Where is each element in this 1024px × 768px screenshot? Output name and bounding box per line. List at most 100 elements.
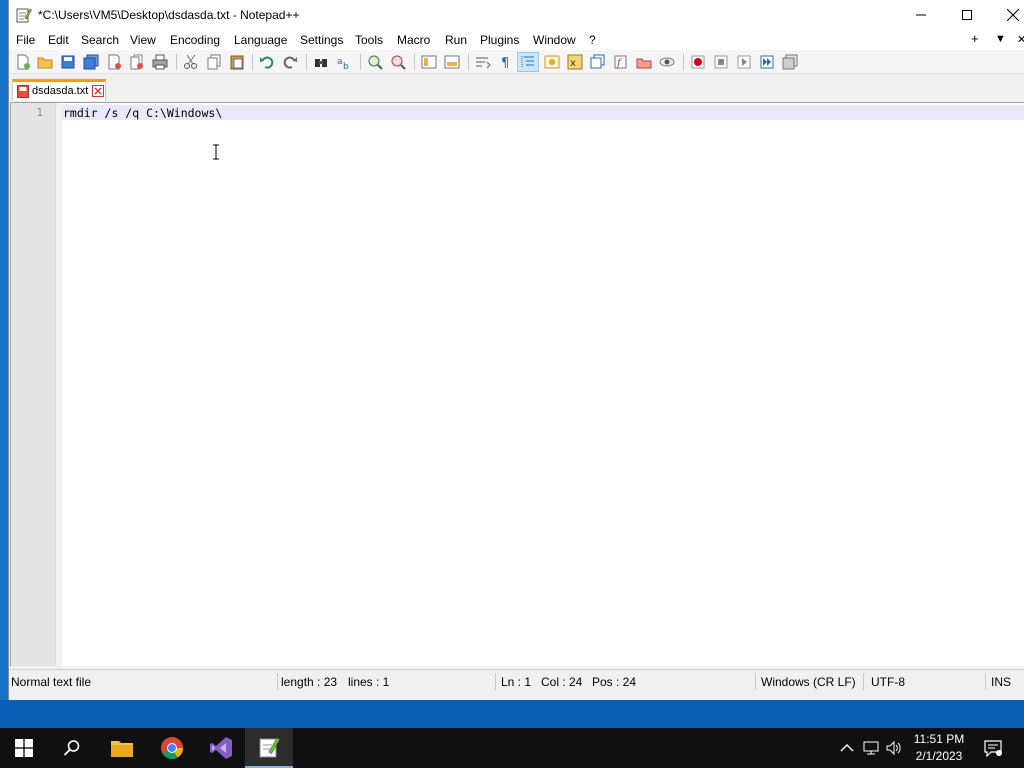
action-center-icon[interactable] — [984, 739, 1002, 757]
menu-edit[interactable]: Edit — [48, 33, 69, 47]
cut-icon[interactable] — [183, 54, 199, 70]
taskbar: 11:51 PM 2/1/2023 — [0, 728, 1024, 768]
line-number-gutter — [11, 103, 61, 666]
menu-file[interactable]: File — [16, 33, 35, 47]
tab-close-icon[interactable] — [92, 85, 104, 97]
tab-bar: dsdasda.txt — [9, 75, 1024, 102]
start-button[interactable] — [0, 728, 48, 768]
svg-text:a: a — [337, 57, 343, 67]
text-cursor-icon — [213, 144, 219, 160]
notepad-plus-plus-window: *C:\Users\VM5\Desktop\dsdasda.txt - Note… — [8, 0, 1024, 700]
file-explorer-icon — [111, 741, 133, 757]
monitoring-icon[interactable] — [659, 54, 675, 70]
status-separator — [985, 673, 986, 690]
menu-run[interactable]: Run — [445, 33, 467, 47]
menu-window[interactable]: Window — [533, 33, 576, 47]
print-icon[interactable] — [152, 54, 168, 70]
zoom-out-icon[interactable] — [390, 54, 406, 70]
status-bar: Normal text file length : 23 lines : 1 L… — [9, 669, 1024, 693]
system-clock[interactable]: 11:51 PM 2/1/2023 — [904, 731, 974, 765]
macro-play-icon[interactable] — [736, 54, 752, 70]
status-insert-mode[interactable]: INS — [991, 675, 1011, 689]
menu-encoding[interactable]: Encoding — [170, 33, 220, 47]
toolbar-separator — [306, 54, 307, 70]
menu-macro[interactable]: Macro — [397, 33, 430, 47]
chrome-button[interactable] — [148, 728, 196, 768]
menu-tools[interactable]: Tools — [355, 33, 383, 47]
save-icon[interactable] — [60, 54, 76, 70]
show-all-characters-icon[interactable]: ¶ — [498, 54, 514, 70]
title-bar[interactable]: *C:\Users\VM5\Desktop\dsdasda.txt - Note… — [9, 0, 1024, 30]
toolbar-separator — [176, 54, 177, 70]
menu-view[interactable]: View — [130, 33, 156, 47]
tab-list-dropdown-button[interactable]: ▼ — [995, 33, 1006, 45]
fold-margin[interactable] — [55, 103, 62, 666]
clock-time: 11:51 PM — [913, 732, 965, 746]
menu-search[interactable]: Search — [81, 33, 119, 47]
toolbar-separator — [414, 54, 415, 70]
maximize-button[interactable] — [944, 0, 990, 30]
tab-dsdasda[interactable]: dsdasda.txt — [12, 79, 106, 101]
new-tab-plus-button[interactable]: + — [971, 31, 979, 46]
folder-as-workspace-icon[interactable] — [636, 54, 652, 70]
new-file-icon[interactable] — [15, 54, 31, 70]
function-list-icon[interactable]: f — [613, 54, 629, 70]
close-icon — [1007, 9, 1019, 21]
macro-record-icon[interactable] — [690, 54, 706, 70]
define-language-icon[interactable] — [544, 54, 560, 70]
desktop-edge — [0, 0, 8, 700]
open-file-icon[interactable] — [37, 54, 53, 70]
notepad-plus-plus-icon — [259, 737, 280, 758]
status-encoding[interactable]: UTF-8 — [871, 675, 905, 689]
text-editor[interactable]: 1 rmdir /s /q C:\Windows\ — [10, 102, 1024, 666]
unsaved-file-icon — [17, 85, 29, 98]
notepad-plus-plus-taskbar-button[interactable] — [245, 728, 293, 768]
start-icon — [15, 739, 33, 757]
menu-plugins[interactable]: Plugins — [480, 33, 519, 47]
copy-icon[interactable] — [206, 54, 222, 70]
macro-run-multiple-icon[interactable] — [759, 54, 775, 70]
maximize-icon — [962, 10, 972, 20]
search-button[interactable] — [48, 728, 96, 768]
paste-icon[interactable] — [229, 54, 245, 70]
document-list-icon[interactable] — [590, 54, 606, 70]
visual-studio-button[interactable] — [197, 728, 245, 768]
macro-save-icon[interactable] — [782, 54, 798, 70]
toolbar: ab ¶ x f — [9, 50, 1024, 74]
status-file-type: Normal text file — [11, 675, 92, 689]
sync-horizontal-icon[interactable] — [444, 54, 460, 70]
indent-guide-icon[interactable] — [520, 54, 536, 70]
minimize-icon — [916, 14, 926, 16]
show-hidden-icons-icon[interactable] — [839, 740, 855, 756]
status-col[interactable]: Col : 24 — [541, 675, 582, 689]
redo-icon[interactable] — [282, 54, 298, 70]
chrome-icon — [161, 737, 183, 759]
undo-icon[interactable] — [259, 54, 275, 70]
close-all-icon[interactable] — [129, 54, 145, 70]
network-icon[interactable] — [863, 740, 879, 756]
status-eol[interactable]: Windows (CR LF) — [761, 675, 856, 689]
minimize-button[interactable] — [898, 0, 944, 30]
status-pos[interactable]: Pos : 24 — [592, 675, 636, 689]
menu-language[interactable]: Language — [234, 33, 287, 47]
close-file-icon[interactable] — [106, 54, 122, 70]
save-all-icon[interactable] — [83, 54, 99, 70]
file-explorer-button[interactable] — [98, 728, 146, 768]
close-document-button[interactable]: ✕ — [1017, 33, 1024, 46]
status-ln[interactable]: Ln : 1 — [501, 675, 531, 689]
macro-stop-icon[interactable] — [713, 54, 729, 70]
volume-icon[interactable] — [886, 740, 902, 756]
word-wrap-icon[interactable] — [475, 54, 491, 70]
find-icon[interactable] — [313, 54, 329, 70]
replace-icon[interactable]: ab — [336, 54, 352, 70]
menu-settings[interactable]: Settings — [300, 33, 343, 47]
close-button[interactable] — [990, 0, 1024, 30]
document-map-icon[interactable]: x — [567, 54, 583, 70]
toolbar-separator — [468, 54, 469, 70]
window-title: *C:\Users\VM5\Desktop\dsdasda.txt - Note… — [38, 8, 300, 22]
status-lines: lines : 1 — [348, 675, 390, 689]
sync-vertical-icon[interactable] — [421, 54, 437, 70]
menu-help[interactable]: ? — [589, 33, 596, 47]
editor-line[interactable]: rmdir /s /q C:\Windows\ — [63, 106, 222, 120]
zoom-in-icon[interactable] — [367, 54, 383, 70]
